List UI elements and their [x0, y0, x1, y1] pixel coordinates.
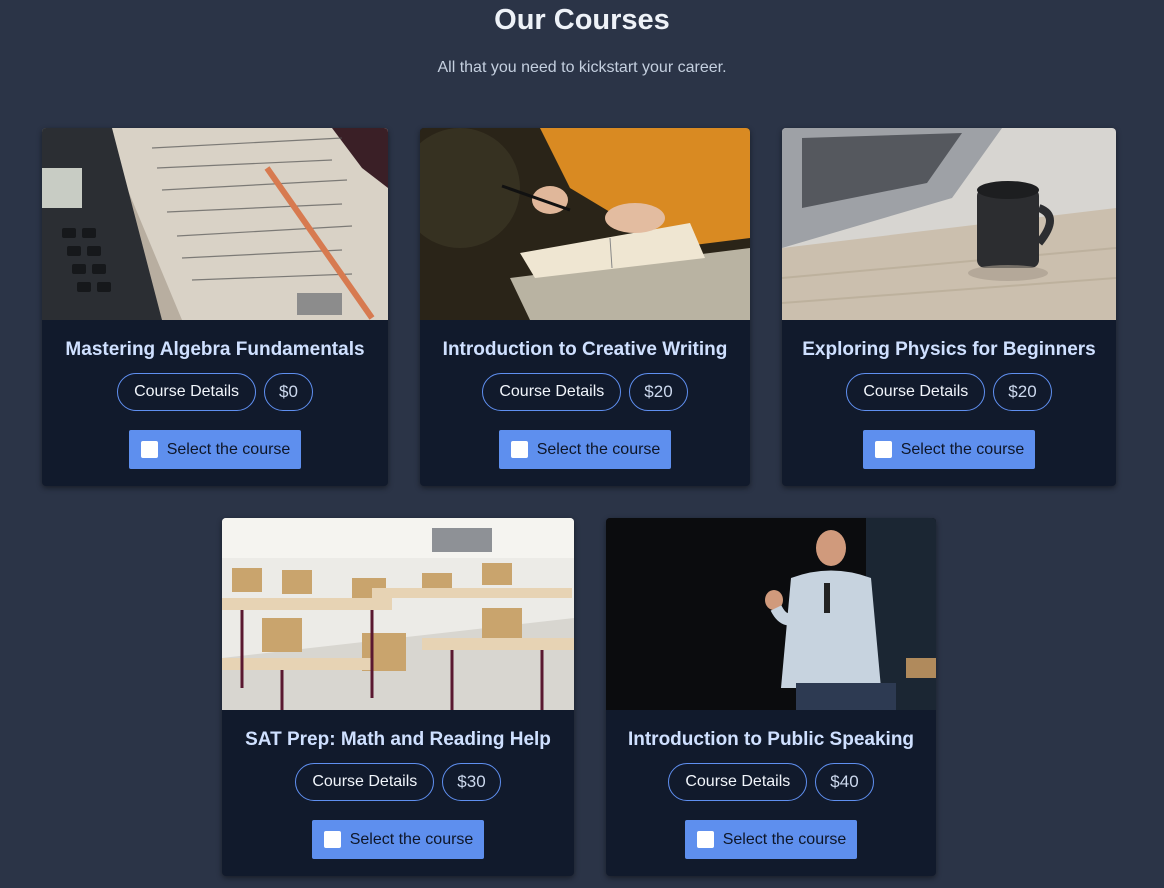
price-badge: $0	[264, 373, 313, 411]
select-course-label: Select the course	[900, 440, 1025, 458]
speaker-on-stage-image	[606, 518, 936, 710]
price-badge: $20	[993, 373, 1052, 411]
select-checkbox[interactable]	[874, 441, 892, 458]
course-card-algebra: Mastering Algebra Fundamentals Course De…	[42, 128, 388, 486]
price-badge: $20	[629, 373, 688, 411]
course-title: Introduction to Creative Writing	[442, 339, 728, 360]
course-card-public-speaking: Introduction to Public Speaking Course D…	[606, 518, 936, 876]
select-course-label: Select the course	[166, 440, 291, 458]
course-title: SAT Prep: Math and Reading Help	[245, 729, 551, 750]
select-course-label: Select the course	[349, 830, 474, 848]
course-details-button[interactable]: Course Details	[295, 763, 435, 801]
page-subtitle: All that you need to kickstart your care…	[437, 59, 727, 76]
course-details-button[interactable]: Course Details	[482, 373, 622, 411]
course-details-button[interactable]: Course Details	[846, 373, 986, 411]
course-card-creative-writing: Introduction to Creative Writing Course …	[420, 128, 750, 486]
select-course-button[interactable]: Select the course	[311, 820, 485, 859]
select-course-button[interactable]: Select the course	[862, 430, 1036, 469]
course-title: Exploring Physics for Beginners	[802, 339, 1096, 360]
select-checkbox[interactable]	[510, 441, 528, 458]
select-course-label: Select the course	[536, 440, 661, 458]
course-title: Mastering Algebra Fundamentals	[65, 339, 365, 360]
price-badge: $30	[442, 763, 501, 801]
course-card-physics: Exploring Physics for Beginners Course D…	[782, 128, 1116, 486]
price-badge: $40	[815, 763, 874, 801]
select-course-button[interactable]: Select the course	[498, 430, 672, 469]
calculator-math-notes-image	[42, 128, 388, 320]
select-checkbox[interactable]	[140, 441, 158, 458]
course-title: Introduction to Public Speaking	[627, 729, 915, 750]
select-course-button[interactable]: Select the course	[128, 430, 302, 469]
laptop-coffee-mug-image	[782, 128, 1116, 320]
writing-in-notebook-image	[420, 128, 750, 320]
classroom-desks-image	[222, 518, 574, 710]
course-details-button[interactable]: Course Details	[117, 373, 256, 411]
course-card-sat-prep: SAT Prep: Math and Reading Help Course D…	[222, 518, 574, 876]
page-title: Our Courses	[494, 4, 670, 36]
select-course-button[interactable]: Select the course	[684, 820, 858, 859]
select-checkbox[interactable]	[696, 831, 714, 848]
select-course-label: Select the course	[722, 830, 847, 848]
select-checkbox[interactable]	[323, 831, 341, 848]
course-details-button[interactable]: Course Details	[668, 763, 808, 801]
